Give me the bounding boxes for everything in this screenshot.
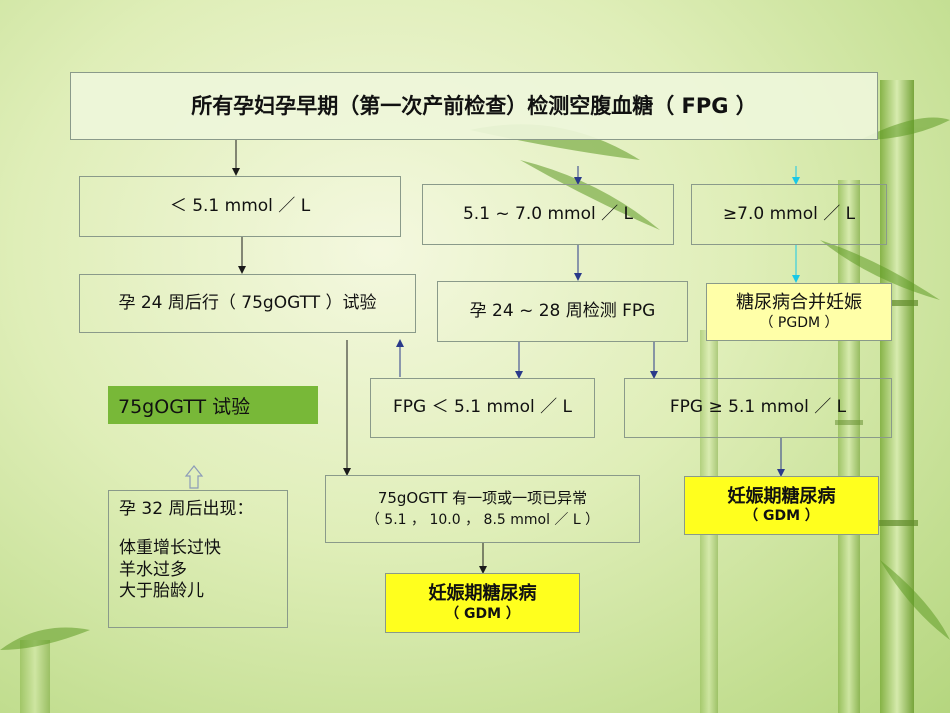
ogtt-step-text: 孕 24 周后行（ 75gOGTT ）试验 xyxy=(118,292,377,313)
branch-mid-text: 5.1 ~ 7.0 mmol ／ L xyxy=(462,203,634,224)
title-box: 所有孕妇孕早期（第一次产前检查）检测空腹血糖（ FPG ） xyxy=(70,72,878,140)
up-arrow-icon xyxy=(184,465,204,489)
branch-high-text: ≥7.0 mmol ／ L xyxy=(722,203,856,224)
branch-low-box: ＜ 5.1 mmol ／ L xyxy=(79,176,401,237)
pgdm-line1: 糖尿病合并妊娠 xyxy=(736,292,862,313)
gdm-bottom-box: 妊娠期糖尿病 （ GDM ） xyxy=(385,573,580,633)
gdm-right-line2: （ GDM ） xyxy=(744,508,819,524)
fpg-recheck-text: 孕 24 ~ 28 周检测 FPG xyxy=(469,300,656,321)
fpg-recheck-box: 孕 24 ~ 28 周检测 FPG xyxy=(437,281,688,342)
gdm-bottom-line2: （ GDM ） xyxy=(445,605,520,622)
week32-heading: 孕 32 周后出现： xyxy=(119,499,254,519)
fpg-lt-text: FPG ＜ 5.1 mmol ／ L xyxy=(393,397,572,418)
ogtt-label-text: 75gOGTT 试验 xyxy=(118,395,251,418)
gdm-right-box: 妊娠期糖尿病 （ GDM ） xyxy=(684,476,879,535)
fpg-lt-box: FPG ＜ 5.1 mmol ／ L xyxy=(370,378,595,438)
pgdm-box: 糖尿病合并妊娠 （ PGDM ） xyxy=(706,283,892,341)
pgdm-line2: （ PGDM ） xyxy=(759,314,839,331)
week32-item-3: 大于胎龄儿 xyxy=(119,580,204,601)
branch-mid-box: 5.1 ~ 7.0 mmol ／ L xyxy=(422,184,674,245)
ogtt-step-box: 孕 24 周后行（ 75gOGTT ）试验 xyxy=(79,274,416,333)
fpg-ge-box: FPG ≥ 5.1 mmol ／ L xyxy=(624,378,892,438)
fpg-ge-text: FPG ≥ 5.1 mmol ／ L xyxy=(669,397,847,418)
week32-box: 孕 32 周后出现： 体重增长过快 羊水过多 大于胎龄儿 xyxy=(108,490,288,628)
title-text: 所有孕妇孕早期（第一次产前检查）检测空腹血糖（ FPG ） xyxy=(191,93,757,118)
branch-high-box: ≥7.0 mmol ／ L xyxy=(691,184,887,245)
ogtt-label: 75gOGTT 试验 xyxy=(108,386,318,424)
ogtt-abnormal-box: 75gOGTT 有一项或一项已异常 （ 5.1 ， 10.0 ， 8.5 mmo… xyxy=(325,475,640,543)
gdm-bottom-line1: 妊娠期糖尿病 xyxy=(428,583,537,604)
branch-low-text: ＜ 5.1 mmol ／ L xyxy=(169,195,311,216)
gdm-right-line1: 妊娠期糖尿病 xyxy=(727,485,836,507)
ogtt-abnormal-line2: （ 5.1 ， 10.0 ， 8.5 mmol ／ L ） xyxy=(365,511,600,528)
week32-item-2: 羊水过多 xyxy=(119,559,187,580)
ogtt-abnormal-line1: 75gOGTT 有一项或一项已异常 xyxy=(377,488,588,507)
week32-item-1: 体重增长过快 xyxy=(119,538,221,559)
